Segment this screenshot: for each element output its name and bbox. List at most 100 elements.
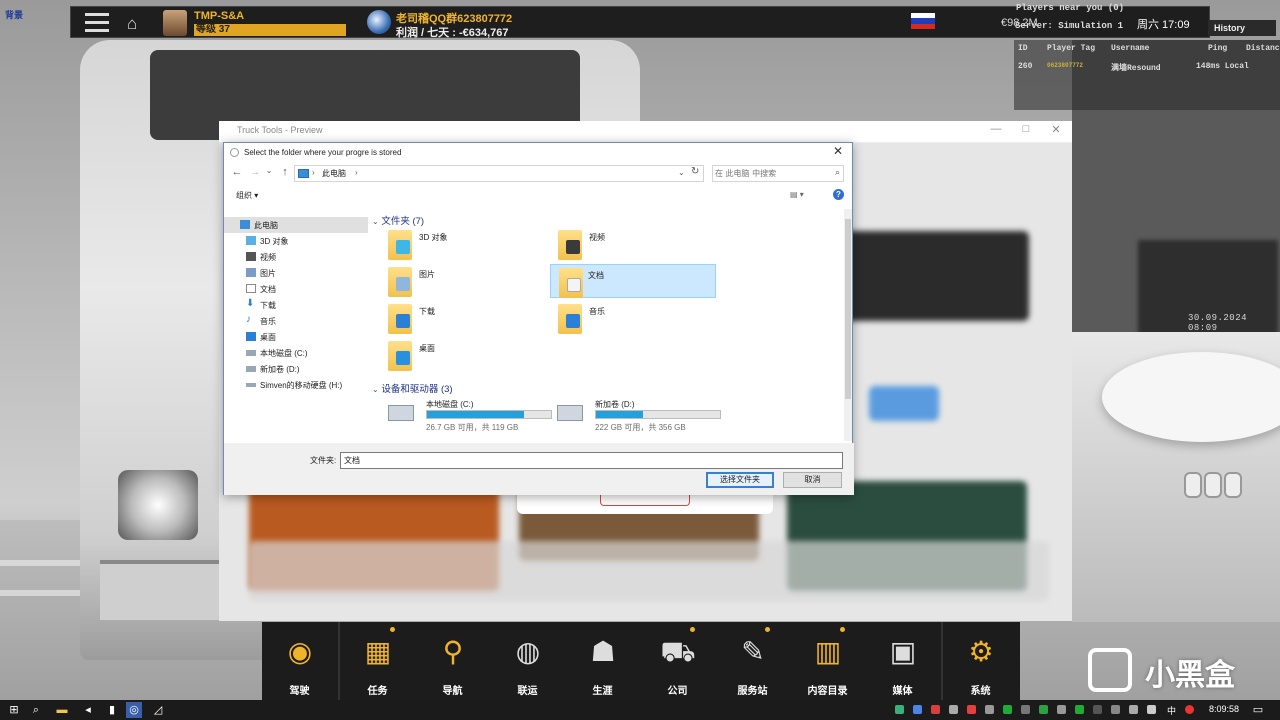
folders-group-header[interactable]: ⌄ 文件夹 (7) [372,213,834,227]
address-bar[interactable]: › 此电脑 › ⌄ ↻ [294,165,704,182]
folder-pictures[interactable]: 图片 [374,264,540,298]
dialog-close-button[interactable]: ✕ [828,144,848,160]
notification-dot [765,627,770,632]
windows-drive-icon [388,405,414,421]
tray-icon[interactable] [985,705,994,714]
folder-music[interactable]: 音乐 [544,301,710,335]
minimize-button[interactable]: — [984,123,1008,135]
folder-name-input[interactable]: 文档 [340,452,843,469]
nav-item-music[interactable]: ♪ 音乐 [224,313,368,329]
select-folder-button[interactable]: 选择文件夹 [706,472,774,488]
date-stamp: 30.09.2024 08:09 [1188,313,1248,333]
dock-item-jobs[interactable]: ▦ 任务 [340,622,415,700]
nav-item-videos[interactable]: 视频 [224,249,368,265]
folder-documents[interactable]: 文档 [550,264,716,298]
view-options-button[interactable]: ▤ ▾ [790,190,804,199]
nav-item-documents[interactable]: 文档 [224,281,368,297]
truck-tools-taskbar-icon[interactable]: ◎ [126,702,142,718]
home-icon[interactable]: ⌂ [127,14,137,34]
avatar[interactable] [163,10,187,36]
refresh-icon[interactable]: ↻ [691,166,699,177]
close-window-button[interactable]: ✕ [1044,123,1068,136]
search-input[interactable] [715,167,825,180]
dock-item-career[interactable]: ☗ 生涯 [565,622,640,700]
chevron-down-icon[interactable]: ⌄ [372,217,379,226]
search-icon[interactable]: ⌕ [835,167,840,178]
dock-item-company[interactable]: ⛟ 公司 [640,622,715,700]
folder-label: 图片 [419,270,435,279]
app-icon[interactable]: ▮ [104,702,120,718]
nav-item-drive-h[interactable]: Simven的移动硬盘 (H:) [224,377,368,393]
nav-item-label: 文档 [260,285,276,294]
volume-icon[interactable] [1147,705,1156,714]
folder-desktop[interactable]: 桌面 [374,338,540,372]
chevron-down-icon[interactable]: ⌄ [372,385,379,394]
network-icon[interactable] [1129,705,1138,714]
nav-item-this-pc[interactable]: 此电脑 [224,217,368,233]
ime-indicator[interactable]: 中 [1167,704,1176,717]
folder-videos[interactable]: 视频 [544,227,710,261]
tray-icon[interactable] [1111,705,1120,714]
windows-start-icon[interactable]: ⊞ [6,702,22,718]
drive-d[interactable]: 新加卷 (D:) 222 GB 可用，共 356 GB [553,399,723,433]
input-method-icon[interactable] [1185,705,1194,714]
nav-item-3d-objects[interactable]: 3D 对象 [224,233,368,249]
dock-item-content[interactable]: ▥ 内容目录 [790,622,865,700]
folder-3d-objects[interactable]: 3D 对象 [374,227,540,261]
tray-icon[interactable] [895,705,904,714]
content-scrollbar[interactable] [844,209,852,441]
drive-icon [557,405,583,421]
chevron-right-icon[interactable]: › [355,168,358,177]
nav-item-desktop[interactable]: 桌面 [224,329,368,345]
notification-center-icon[interactable]: ▭ [1250,702,1266,718]
up-arrow-icon[interactable]: ↑ [278,166,292,178]
folder-downloads[interactable]: 下载 [374,301,540,335]
nav-item-drive-c[interactable]: 本地磁盘 (C:) [224,345,368,361]
parent-window-titlebar: Truck Tools - Preview — □ ✕ [219,121,1072,143]
app-icon[interactable]: ◂ [80,702,96,718]
file-explorer-icon[interactable]: ▬ [54,702,70,718]
app-icon[interactable]: ◿ [150,702,166,718]
dialog-icon [230,148,239,157]
tray-icon[interactable] [931,705,940,714]
address-path[interactable]: 此电脑 [322,168,346,179]
chevron-right-icon[interactable]: › [312,168,315,177]
dock-item-drive[interactable]: ◉ 驾驶 [262,622,337,700]
recent-locations-icon[interactable]: ⌄ [262,166,276,175]
tray-icon[interactable] [967,705,976,714]
dock-item-system[interactable]: ⚙ 系统 [943,622,1018,700]
tray-icon[interactable] [949,705,958,714]
tray-icon[interactable] [1057,705,1066,714]
nav-item-pictures[interactable]: 图片 [224,265,368,281]
tray-icon[interactable] [1075,705,1084,714]
dock-item-media[interactable]: ▣ 媒体 [865,622,940,700]
forward-arrow-icon[interactable]: → [248,166,262,178]
address-dropdown-icon[interactable]: ⌄ [678,168,685,177]
nav-item-downloads[interactable]: ⬇ 下载 [224,297,368,313]
folder-icon [388,341,412,371]
search-icon[interactable]: ⌕ [28,702,44,718]
steam-icon[interactable] [1093,705,1102,714]
back-arrow-icon[interactable]: ← [230,166,244,178]
dock-item-multiplayer[interactable]: ◍ 联运 [490,622,565,700]
help-icon[interactable]: ? [833,189,844,200]
taskbar-clock[interactable]: 8:09:58 [1209,704,1239,714]
history-button[interactable]: History [1208,20,1276,36]
organize-button[interactable]: 组织 ▾ [236,190,258,201]
person-icon: ☗ [590,636,616,667]
tray-icon[interactable] [1003,705,1012,714]
maximize-button[interactable]: □ [1014,123,1038,135]
drives-group-header[interactable]: ⌄ 设备和驱动器 (3) [372,381,834,395]
nav-item-drive-d[interactable]: 新加卷 (D:) [224,361,368,377]
drive-c[interactable]: 本地磁盘 (C:) 26.7 GB 可用，共 119 GB [384,399,554,433]
dock-item-navigation[interactable]: ⚲ 导航 [415,622,490,700]
nav-item-label: 桌面 [260,333,276,342]
tray-icon[interactable] [913,705,922,714]
scrollbar-thumb[interactable] [845,219,851,399]
hamburger-menu-icon[interactable] [85,13,109,33]
cancel-button[interactable]: 取消 [783,472,842,488]
search-box[interactable]: ⌕ [712,165,844,182]
tray-icon[interactable] [1021,705,1030,714]
tray-icon[interactable] [1039,705,1048,714]
dock-item-service[interactable]: ✎ 服务站 [715,622,790,700]
